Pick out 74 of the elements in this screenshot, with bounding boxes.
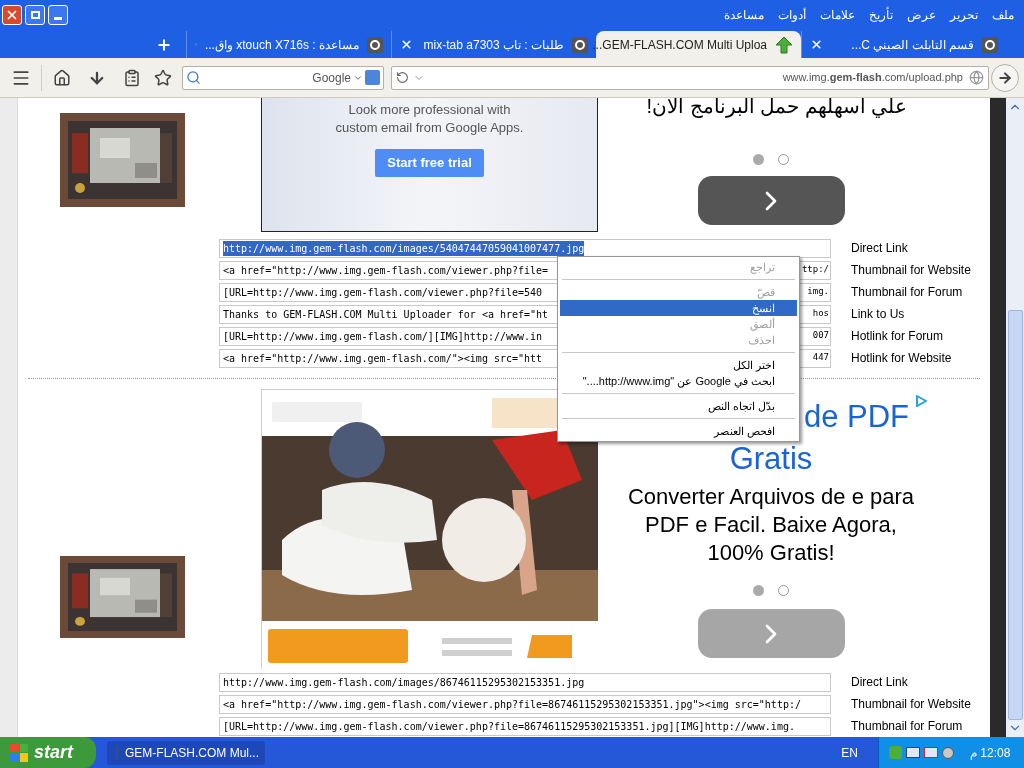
field-text: ttp:/	[801, 263, 829, 277]
menu-item[interactable]: ملف	[992, 6, 1014, 24]
link-label: Thumbnail for Forum	[851, 718, 963, 735]
task-title: GEM-FLASH.COM Mul...	[125, 744, 259, 762]
scrollbar[interactable]	[1006, 98, 1024, 737]
new-tab-icon[interactable]	[156, 37, 172, 53]
up-arrow-icon	[775, 35, 793, 54]
minimize-icon[interactable]	[48, 5, 68, 25]
menu-item[interactable]: تأريخ	[869, 6, 893, 24]
link-label: Hotlink for Website	[851, 350, 952, 367]
ad-heading: علي اسهلهم حمل البرنامج الان!	[645, 98, 908, 116]
language-indicator[interactable]: EN	[841, 743, 858, 762]
search-input[interactable]: Google	[201, 68, 351, 87]
field-text: 447	[812, 351, 829, 365]
menu-item[interactable]: بدّل اتجاه النص	[560, 398, 797, 414]
menu-item[interactable]: تحرير	[950, 6, 978, 24]
field-text: 007	[812, 329, 829, 343]
search-bar[interactable]: Google	[182, 65, 384, 90]
menu-item[interactable]: ابحث في Google عن "http://www.img...."	[560, 373, 797, 389]
link-label: Direct Link	[851, 674, 908, 691]
menu-item[interactable]: علامات	[820, 6, 855, 24]
start-button[interactable]: start	[0, 737, 96, 768]
next-button[interactable]	[697, 176, 845, 225]
field-text: [URL=http://www.img.gem-flash.com/][IMG]http://www.in	[223, 329, 543, 344]
link-field[interactable]: [URL=http://www.img.gem-flash.com/viewer.php?file=86746115295302153351.jpg][IMG]http://www.img.	[219, 716, 831, 736]
menu-item[interactable]: مساعدة	[724, 6, 764, 24]
tab-title: طلبات : تاب mix-tab a7303	[422, 36, 564, 54]
menu-item[interactable]: افحص العنصر	[560, 423, 797, 439]
field-text: <a href="http://www.img.gem-flash.com/"><img src="htt	[223, 351, 543, 366]
field-text: img.	[807, 285, 829, 299]
ad-heading: de PDF	[803, 398, 909, 436]
ad-text: Look more professional with	[348, 101, 511, 119]
link-field[interactable]: http://www.img.gem-flash.com/images/54047447059041007477.jpg	[219, 238, 831, 258]
address-field[interactable]: www.img.gem-flash.com/upload.php	[391, 65, 989, 90]
link-field[interactable]: <a href="http://www.img.gem-flash.com/viewer.php?file=86746115295302153351.jpg"><img src="http:/	[219, 694, 831, 714]
ad-text: Converter Arquivos de e para PDF e Facil. Baixe Agora, 100% Gratis!	[626, 483, 916, 567]
link-label: Thumbnail for Website	[851, 262, 971, 279]
field-text: hos	[812, 307, 829, 321]
link-label: Thumbnail for Website	[851, 696, 971, 713]
taskbar-button[interactable]: GEM-FLASH.COM Mul...	[107, 740, 265, 765]
field-text: <a href="http://www.img.gem-flash.com/viewer.php?file=	[223, 263, 549, 278]
link-label: Thumbnail for Forum	[851, 284, 963, 301]
clock: 12:08 م	[970, 744, 1011, 762]
menu-item[interactable]: أدوات	[778, 6, 806, 24]
menu-item[interactable]: عرض	[907, 6, 936, 24]
menu-item[interactable]: انسخ	[560, 300, 797, 316]
start-trial-button[interactable]: Start free trial	[375, 149, 484, 177]
field-text: [URL=http://www.img.gem-flash.com/viewer.php?file=86746115295302153351.jpg][IMG]http://www.img.	[223, 719, 795, 734]
field-text: [URL=http://www.img.gem-flash.com/viewer.php?file=540	[223, 285, 543, 300]
field-text: http://www.img.gem-flash.com/images/86746115295302153351.jpg	[223, 675, 585, 690]
ad-text: custom email from Google Apps.	[335, 119, 524, 137]
link-label: Direct Link	[851, 240, 908, 257]
close-icon[interactable]	[2, 5, 22, 25]
field-text: Thanks to GEM-FLASH.COM Multi Uploader for <a href="ht	[223, 307, 549, 322]
link-label: Hotlink for Forum	[851, 328, 944, 345]
link-field[interactable]: http://www.img.gem-flash.com/images/86746115295302153351.jpg	[219, 672, 831, 692]
monitor-icon[interactable]	[924, 747, 938, 758]
star-icon[interactable]	[154, 68, 172, 87]
tab-title: مساعدة : xtouch X716s واق...	[204, 36, 359, 54]
globe-icon	[969, 70, 984, 85]
search-icon[interactable]	[186, 70, 201, 85]
restore-icon[interactable]	[25, 5, 45, 25]
monitor-icon[interactable]	[906, 747, 920, 758]
link-label: Link to Us	[851, 306, 905, 323]
ad-heading: Gratis	[729, 441, 813, 477]
tab-title: قسم التابلت الصيني C...	[850, 36, 974, 54]
go-button[interactable]	[991, 63, 1019, 92]
home-icon[interactable]	[53, 68, 71, 87]
reload-icon[interactable]	[396, 71, 409, 84]
play-triangle-icon	[915, 395, 927, 407]
field-text: http://www.img.gem-flash.com/images/54047447059041007477.jpg	[223, 240, 585, 256]
field-text: <a href="http://www.img.gem-flash.com/viewer.php?file=86746115295302153351.jpg"><img src="http:/	[223, 697, 801, 712]
url-text: www.img.gem-flash.com/upload.php	[782, 70, 963, 86]
clipboard-icon[interactable]	[123, 68, 141, 87]
